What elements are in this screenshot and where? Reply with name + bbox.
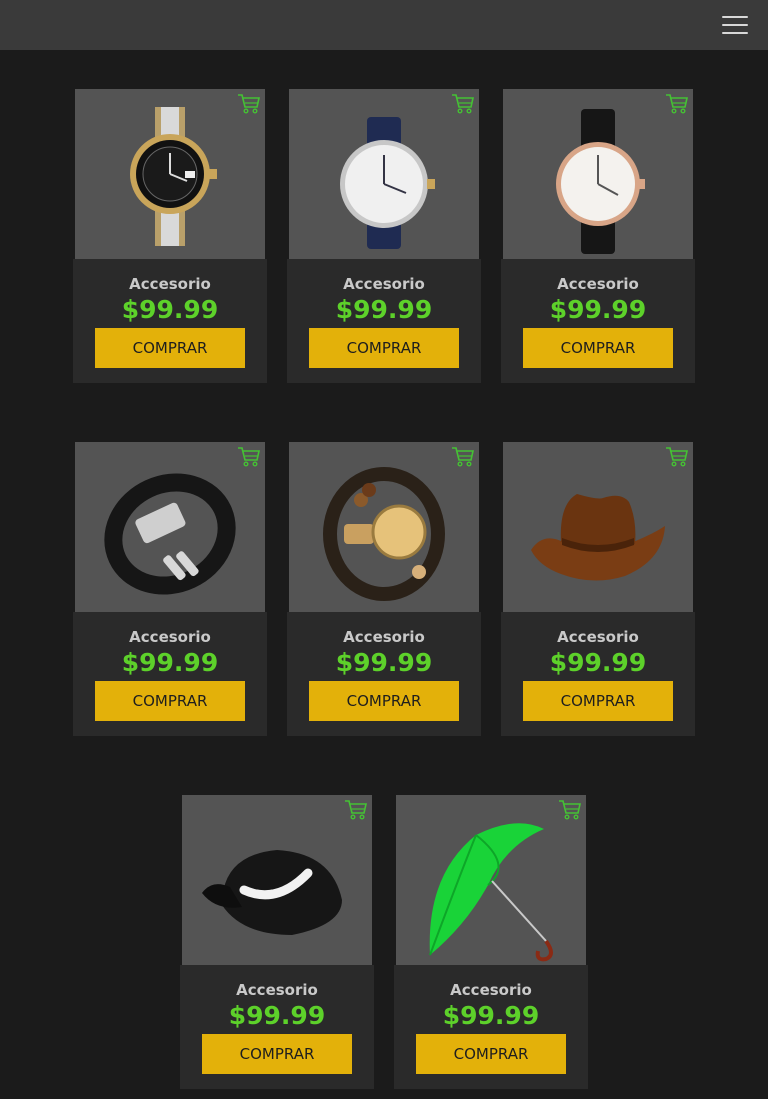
product-price: $99.99	[335, 295, 433, 324]
hamburger-menu-icon[interactable]	[722, 13, 748, 37]
product-info: Accesorio $99.99 COMPRAR	[180, 965, 374, 1089]
cart-icon[interactable]	[451, 93, 475, 115]
product-image[interactable]	[503, 89, 693, 259]
product-name: Accesorio	[129, 628, 211, 646]
product-card: Accesorio $99.99 COMPRAR	[180, 795, 374, 1089]
cart-icon[interactable]	[237, 93, 261, 115]
cart-icon[interactable]	[451, 446, 475, 468]
top-navbar	[0, 0, 768, 50]
product-info: Accesorio $99.99 COMPRAR	[73, 612, 267, 736]
product-price: $99.99	[442, 1001, 540, 1030]
product-info: Accesorio $99.99 COMPRAR	[501, 612, 695, 736]
cart-icon[interactable]	[665, 446, 689, 468]
product-image[interactable]	[182, 795, 372, 965]
cart-icon[interactable]	[344, 799, 368, 821]
cart-icon[interactable]	[558, 799, 582, 821]
product-image[interactable]	[75, 89, 265, 259]
product-card: Accesorio $99.99 COMPRAR	[501, 442, 695, 736]
buy-button[interactable]: COMPRAR	[416, 1034, 566, 1074]
buy-button[interactable]: COMPRAR	[95, 328, 245, 368]
cart-icon[interactable]	[237, 446, 261, 468]
product-price: $99.99	[228, 1001, 326, 1030]
product-card: Accesorio $99.99 COMPRAR	[73, 89, 267, 383]
product-price: $99.99	[121, 648, 219, 677]
buy-button[interactable]: COMPRAR	[309, 681, 459, 721]
product-image[interactable]	[289, 89, 479, 259]
buy-button[interactable]: COMPRAR	[309, 328, 459, 368]
product-price: $99.99	[549, 295, 647, 324]
product-info: Accesorio $99.99 COMPRAR	[287, 612, 481, 736]
product-price: $99.99	[121, 295, 219, 324]
buy-button[interactable]: COMPRAR	[523, 681, 673, 721]
product-image[interactable]	[396, 795, 586, 965]
product-price: $99.99	[549, 648, 647, 677]
product-card: Accesorio $99.99 COMPRAR	[287, 89, 481, 383]
product-image[interactable]	[289, 442, 479, 612]
buy-button[interactable]: COMPRAR	[523, 328, 673, 368]
product-card: Accesorio $99.99 COMPRAR	[73, 442, 267, 736]
product-name: Accesorio	[129, 275, 211, 293]
product-name: Accesorio	[236, 981, 318, 999]
product-name: Accesorio	[557, 628, 639, 646]
product-image[interactable]	[75, 442, 265, 612]
product-info: Accesorio $99.99 COMPRAR	[73, 259, 267, 383]
cart-icon[interactable]	[665, 93, 689, 115]
product-info: Accesorio $99.99 COMPRAR	[287, 259, 481, 383]
product-info: Accesorio $99.99 COMPRAR	[501, 259, 695, 383]
product-name: Accesorio	[343, 628, 425, 646]
product-name: Accesorio	[450, 981, 532, 999]
product-image[interactable]	[503, 442, 693, 612]
product-card: Accesorio $99.99 COMPRAR	[501, 89, 695, 383]
product-info: Accesorio $99.99 COMPRAR	[394, 965, 588, 1089]
product-price: $99.99	[335, 648, 433, 677]
product-card: Accesorio $99.99 COMPRAR	[394, 795, 588, 1089]
product-card: Accesorio $99.99 COMPRAR	[287, 442, 481, 736]
buy-button[interactable]: COMPRAR	[95, 681, 245, 721]
buy-button[interactable]: COMPRAR	[202, 1034, 352, 1074]
product-name: Accesorio	[343, 275, 425, 293]
product-name: Accesorio	[557, 275, 639, 293]
